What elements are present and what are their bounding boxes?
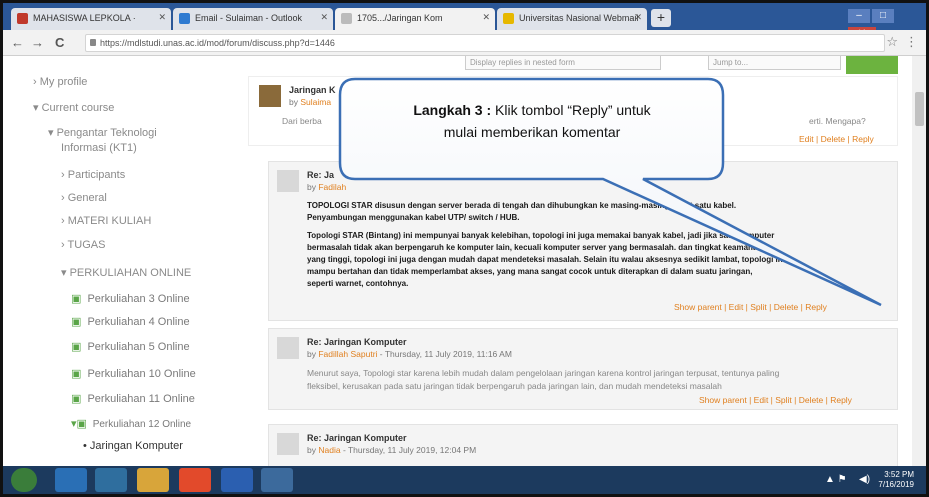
callout-text: Langkah 3 : Klik tombol “Reply” untuk mu…: [347, 99, 717, 143]
chrome-icon[interactable]: [179, 468, 211, 492]
clock-date: 7/16/2019: [878, 480, 914, 489]
callout-overlay: [338, 77, 882, 307]
tray-flag-icon[interactable]: ▲ ⚑: [825, 474, 847, 485]
start-button[interactable]: [11, 468, 37, 492]
file-explorer-icon[interactable]: [137, 468, 169, 492]
internet-explorer-icon[interactable]: [55, 468, 87, 492]
callout-instruction: Klik tombol “Reply” untuk: [491, 102, 651, 118]
word-icon[interactable]: [221, 468, 253, 492]
system-clock[interactable]: 3:52 PM 7/16/2019: [878, 470, 914, 490]
windows-taskbar: ▲ ⚑ ◀) 3:52 PM 7/16/2019: [3, 466, 926, 494]
clock-time: 3:52 PM: [884, 470, 914, 479]
callout-line-2: mulai memberikan komentar: [443, 124, 621, 140]
volume-icon[interactable]: ◀): [859, 474, 870, 485]
screenshot-frame: MAHASISWA LEPKOLA · ✕ Email - Sulaiman -…: [0, 0, 929, 497]
callout-step: Langkah 3 :: [413, 102, 492, 118]
app-icon[interactable]: [261, 468, 293, 492]
callout-line-1: Langkah 3 : Klik tombol “Reply” untuk: [347, 99, 717, 121]
media-icon[interactable]: [95, 468, 127, 492]
